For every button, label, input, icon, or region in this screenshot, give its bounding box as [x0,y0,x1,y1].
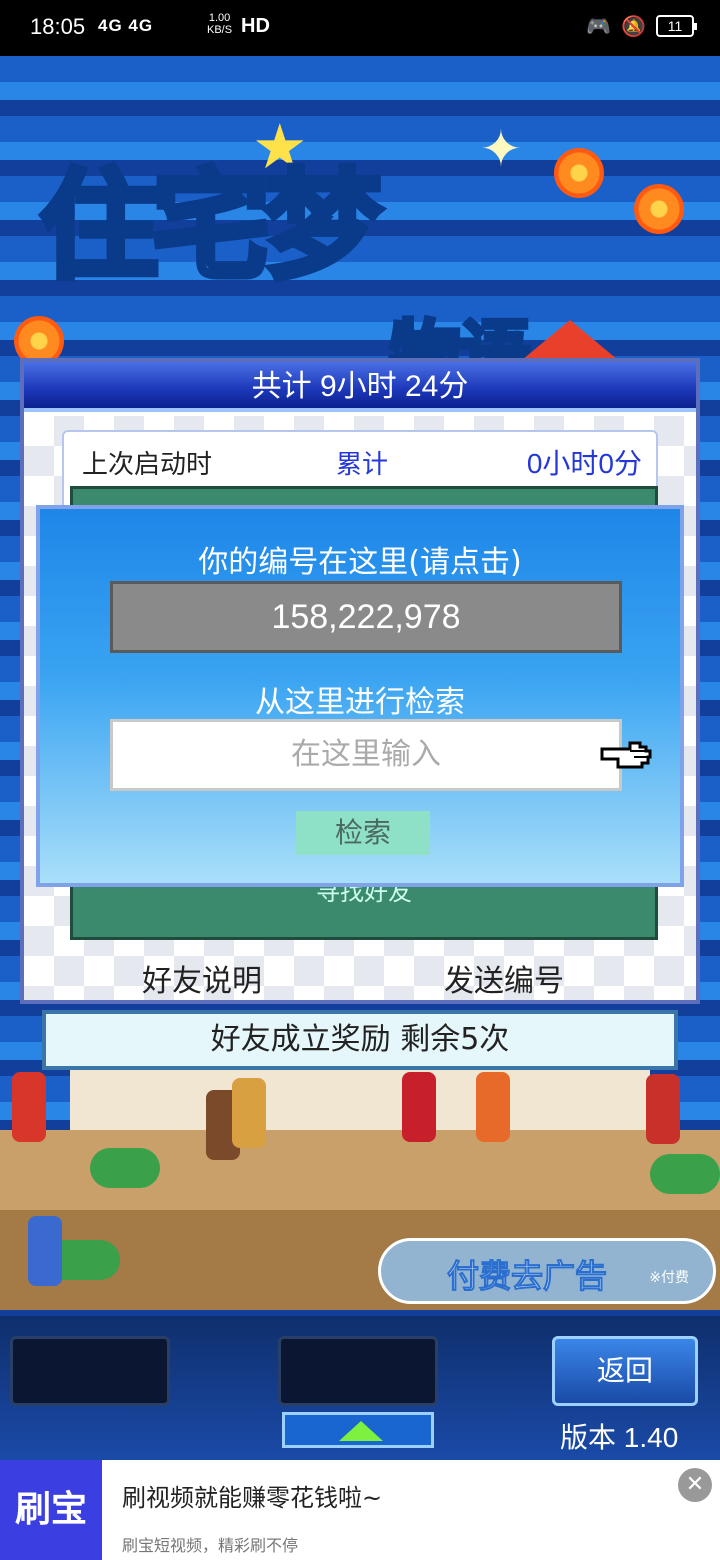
ad-subtitle: 刷宝短视频，精彩刷不停 [122,1536,299,1555]
resident-character [646,1074,680,1144]
gamepad-icon: 🎮 [586,14,612,38]
friend-reward-bar: 好友成立奖励 剩余5次 [42,1010,678,1070]
logo-title: 住宅梦 [37,153,385,298]
back-button[interactable]: 返回 [552,1336,698,1406]
resident-character [402,1072,436,1142]
last-launch-label: 上次启动时 [82,450,213,480]
ad-banner[interactable]: 刷宝 刷视频就能赚零花钱啦~ 刷宝短视频，精彩刷不停 ✕ [0,1460,720,1560]
mute-bell-icon: 🔕 [621,14,646,38]
close-icon[interactable]: ✕ [678,1468,712,1502]
resident-character [12,1072,46,1142]
battery-icon: 11 [656,15,697,37]
search-dialog: 你的编号在这里(请点击) 158,222,978 从这里进行检索 在这里输入 检… [36,505,684,887]
search-input[interactable]: 在这里输入 [110,719,622,791]
resident-character [28,1216,62,1286]
expand-up-button[interactable] [282,1412,434,1448]
status-icons: 🎮 🔕 11 [586,14,697,38]
flower-icon [634,184,684,234]
hd-indicator: HD [241,15,270,37]
signal-indicator: 4G 4G [98,16,154,35]
bush-icon [650,1154,720,1194]
search-button[interactable]: 检索 [296,811,430,855]
bottom-panel: 返回 版本 1.40 [0,1316,720,1460]
total-time-value: 0小时0分 [526,448,642,479]
game-logo: ★ ✦ 住宅梦 物语 [14,110,690,430]
dialog-title: 你的编号在这里(请点击) [198,545,522,580]
remove-ads-label: 付费去广告 [446,1257,608,1296]
status-bar: 18:05 4G 4G 1.00 KB/S HD 🎮 🔕 11 [0,0,720,56]
empty-slot-left[interactable] [10,1336,170,1406]
status-time: 18:05 [30,14,86,39]
bush-icon [90,1148,160,1188]
send-id-button[interactable]: 发送编号 [444,956,564,1000]
remove-ads-note: ※付费 [649,1270,689,1286]
search-label: 从这里进行检索 [255,685,465,720]
friend-help-button[interactable]: 好友说明 [142,956,262,1000]
ad-logo: 刷宝 [0,1460,102,1560]
window-footer: 好友说明 发送编号 [24,956,696,1000]
network-speed: 1.00 KB/S [207,12,233,36]
window-title: 共计 9小时 24分 [24,362,696,412]
flower-icon [554,148,604,198]
resident-character [476,1072,510,1142]
version-label: 版本 1.40 [560,1422,679,1453]
player-id-field[interactable]: 158,222,978 [110,581,622,653]
bear-character [232,1078,266,1148]
room-wall [70,1070,650,1130]
total-label: 累计 [336,450,389,480]
remove-ads-button[interactable]: 付费去广告 ※付费 [378,1238,716,1304]
pointing-hand-icon [600,741,652,769]
ad-title: 刷视频就能赚零花钱啦~ [122,1484,383,1512]
star-icon: ✦ [480,120,522,178]
empty-slot-center[interactable] [278,1336,438,1406]
